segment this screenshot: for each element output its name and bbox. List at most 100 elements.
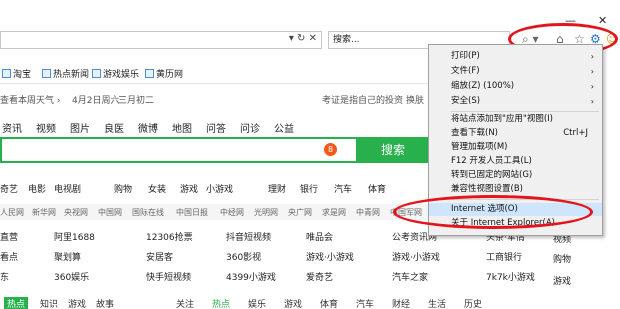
tab-auto[interactable]: 汽车 bbox=[356, 297, 374, 309]
media-link[interactable]: 人民网 bbox=[0, 207, 24, 218]
address-bar[interactable]: ▾ ↻ ✕ bbox=[0, 31, 322, 49]
nav-item[interactable]: 资讯 bbox=[2, 120, 22, 135]
tab-history[interactable]: 历史 bbox=[464, 297, 482, 309]
nav-item[interactable]: 微博 bbox=[138, 120, 158, 135]
media-link[interactable]: 中青网 bbox=[356, 207, 380, 218]
favorite-hot-news[interactable]: 热点新闻 bbox=[42, 67, 89, 80]
category-link[interactable]: 女装 bbox=[148, 182, 166, 195]
page-search-input[interactable] bbox=[0, 137, 358, 163]
content-tabs: 热点 知识 游戏 故事 关注 热点 娱乐 游戏 体育 汽车 财经 生活 历史 bbox=[0, 297, 620, 309]
tab-hot[interactable]: 热点 bbox=[4, 297, 29, 309]
page-icon bbox=[92, 69, 101, 78]
category-link[interactable]: 银行 bbox=[300, 182, 318, 195]
grid-link[interactable]: 看点 bbox=[0, 250, 18, 263]
menu-item-downloads[interactable]: 查看下载(N) Ctrl+J bbox=[429, 127, 602, 140]
nav-item[interactable]: 良医 bbox=[104, 120, 124, 135]
category-link[interactable]: 奇艺 bbox=[0, 182, 18, 195]
grid-link[interactable]: 爱奇艺 bbox=[306, 270, 333, 283]
address-nav-controls[interactable]: ▾ ↻ ✕ bbox=[289, 33, 317, 44]
grid-link[interactable]: 360影视 bbox=[226, 250, 261, 263]
nav-item[interactable]: 地图 bbox=[172, 120, 192, 135]
category-link[interactable]: 汽车 bbox=[334, 182, 352, 195]
grid-link[interactable]: 快手短视频 bbox=[146, 270, 191, 283]
media-link[interactable]: 求是网 bbox=[322, 207, 346, 218]
tab-life[interactable]: 生活 bbox=[428, 297, 446, 309]
media-link[interactable]: 央视网 bbox=[64, 207, 88, 218]
menu-item-safety[interactable]: 安全(S) › bbox=[429, 95, 602, 108]
link-grid-row: 东 360娱乐 快手短视频 4399小游戏 爱奇艺 汽车之家 7k7k小游戏 bbox=[0, 270, 620, 284]
favorite-taobao[interactable]: 淘宝 bbox=[2, 67, 31, 80]
grid-link[interactable]: 7k7k小游戏 bbox=[486, 270, 535, 283]
tab-story[interactable]: 故事 bbox=[96, 297, 114, 309]
grid-link[interactable]: 唯品会 bbox=[306, 230, 333, 243]
grid-link[interactable]: 直营 bbox=[0, 230, 18, 243]
menu-item-file[interactable]: 文件(F) › bbox=[429, 65, 602, 78]
favorite-games[interactable]: 游戏娱乐 bbox=[92, 67, 139, 80]
main-nav: 资讯 视频 图片 良医 微博 地图 问答 问诊 公益 bbox=[0, 118, 428, 135]
media-link[interactable]: 新华网 bbox=[32, 207, 56, 218]
grid-link[interactable]: 汽车之家 bbox=[392, 270, 428, 283]
submenu-arrow-icon: › bbox=[590, 97, 594, 106]
menu-item-compat-view[interactable]: 兼容性视图设置(B) bbox=[429, 183, 602, 196]
menu-item-pinned-sites[interactable]: 转到已固定的网站(G) bbox=[429, 169, 602, 182]
side-link-games[interactable]: 游戏 bbox=[553, 274, 620, 287]
menu-item-devtools[interactable]: F12 开发人员工具(L) bbox=[429, 155, 602, 168]
menu-separator bbox=[451, 111, 599, 112]
submenu-arrow-icon: › bbox=[590, 52, 594, 61]
media-link[interactable]: 中国网 bbox=[98, 207, 122, 218]
page-search: 8 搜索 bbox=[0, 137, 428, 163]
tab-follow[interactable]: 关注 bbox=[176, 297, 194, 309]
weather-link[interactable]: 查看本周天气 › bbox=[0, 93, 60, 106]
shortcut-text: Ctrl+J bbox=[563, 128, 588, 138]
nav-item[interactable]: 图片 bbox=[70, 120, 90, 135]
media-link[interactable]: 中国日报 bbox=[176, 207, 208, 218]
menu-item-print[interactable]: 打印(P) › bbox=[429, 50, 602, 63]
grid-link[interactable]: 游戏·小游戏 bbox=[306, 250, 354, 263]
media-link[interactable]: 国际在线 bbox=[132, 207, 164, 218]
nav-item[interactable]: 问答 bbox=[206, 120, 226, 135]
nav-item[interactable]: 公益 bbox=[274, 120, 294, 135]
grid-link[interactable]: 4399小游戏 bbox=[226, 270, 276, 283]
menu-item-zoom[interactable]: 缩放(Z) (100%) › bbox=[429, 80, 602, 93]
favorites-bar: 淘宝 热点新闻 游戏娱乐 黄历网 bbox=[0, 62, 428, 84]
menu-item-addons[interactable]: 管理加载项(M) bbox=[429, 141, 602, 154]
nav-item[interactable]: 视频 bbox=[36, 120, 56, 135]
category-row: 奇艺 电影 电视剧 购物 女装 游戏 小游戏 理财 银行 汽车 体育 bbox=[0, 180, 428, 196]
grid-link[interactable]: 抖音短视频 bbox=[226, 230, 271, 243]
link-grid-row: 看点 聚划算 安居客 360影视 游戏·小游戏 游戏·小游戏 工商银行 bbox=[0, 250, 620, 264]
media-link[interactable]: 央广网 bbox=[288, 207, 312, 218]
skin-switch[interactable]: 换肤 bbox=[406, 93, 424, 106]
media-link[interactable]: 光明网 bbox=[254, 207, 278, 218]
grid-link[interactable]: 阿里1688 bbox=[54, 230, 95, 243]
category-link[interactable]: 电视剧 bbox=[54, 182, 81, 195]
page-search-button[interactable]: 搜索 bbox=[358, 137, 428, 163]
category-link[interactable]: 购物 bbox=[114, 182, 132, 195]
close-button[interactable]: ✕ bbox=[598, 14, 607, 27]
tab-games[interactable]: 游戏 bbox=[68, 297, 86, 309]
nav-item[interactable]: 问诊 bbox=[240, 120, 260, 135]
tab-games-2[interactable]: 游戏 bbox=[284, 297, 302, 309]
category-link[interactable]: 游戏 bbox=[180, 182, 198, 195]
category-link[interactable]: 体育 bbox=[368, 182, 386, 195]
notice-text[interactable]: 考证是指自己的投资 bbox=[322, 93, 403, 106]
tab-sports[interactable]: 体育 bbox=[320, 297, 338, 309]
media-link[interactable]: 中经网 bbox=[220, 207, 244, 218]
grid-link[interactable]: 聚划算 bbox=[54, 250, 81, 263]
tab-entertainment[interactable]: 娱乐 bbox=[248, 297, 266, 309]
grid-link[interactable]: 12306抢票 bbox=[146, 230, 193, 243]
category-link[interactable]: 电影 bbox=[28, 182, 46, 195]
grid-link[interactable]: 360娱乐 bbox=[54, 270, 89, 283]
title-bar bbox=[0, 0, 620, 30]
grid-link[interactable]: 东 bbox=[0, 270, 9, 283]
tab-finance[interactable]: 财经 bbox=[392, 297, 410, 309]
side-link-shopping[interactable]: 购物 bbox=[553, 252, 620, 265]
favorite-almanac[interactable]: 黄历网 bbox=[145, 67, 183, 80]
grid-link[interactable]: 游戏·小游戏 bbox=[392, 250, 440, 263]
tab-knowledge[interactable]: 知识 bbox=[40, 297, 58, 309]
menu-item-add-to-apps[interactable]: 将站点添加到"应用"视图(I) bbox=[429, 113, 602, 126]
category-link[interactable]: 理财 bbox=[268, 182, 286, 195]
grid-link[interactable]: 工商银行 bbox=[486, 250, 522, 263]
tab-hot-2[interactable]: 热点 bbox=[212, 297, 230, 309]
grid-link[interactable]: 安居客 bbox=[146, 250, 173, 263]
category-link[interactable]: 小游戏 bbox=[206, 182, 233, 195]
